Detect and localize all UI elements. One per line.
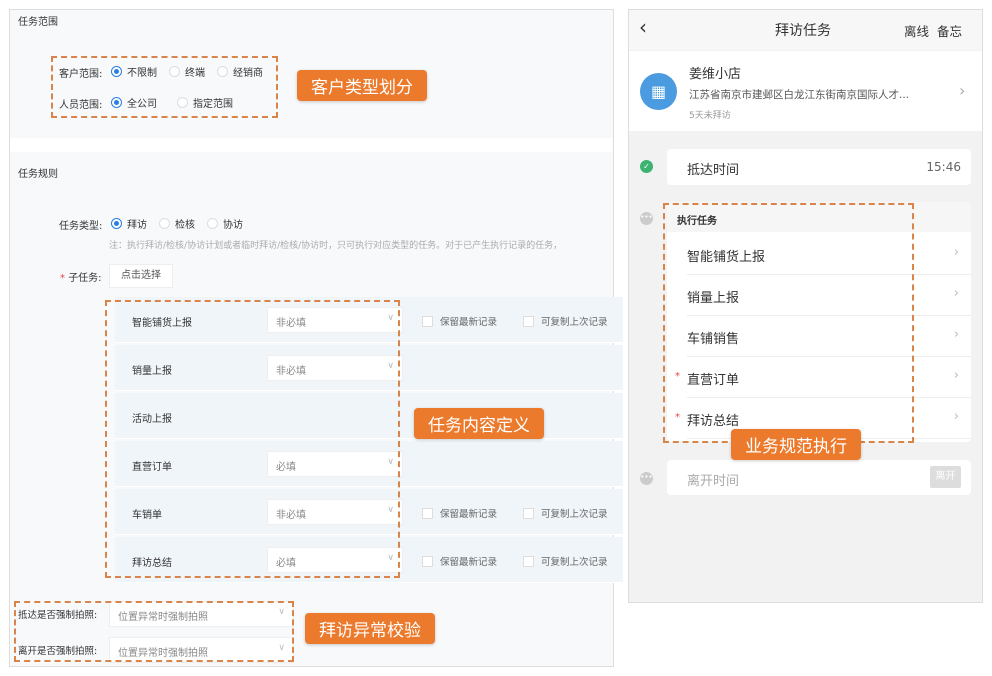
- copy-last-checkbox[interactable]: 可复制上次记录: [523, 506, 608, 520]
- page-title: 拜访任务: [775, 20, 831, 40]
- keep-latest-checkbox[interactable]: 保留最新记录: [422, 554, 497, 568]
- select-subtask-button[interactable]: 点击选择: [109, 264, 173, 288]
- subtask-label: * 子任务:: [60, 269, 102, 284]
- task-type-radios: 拜访 检核 协访: [111, 216, 255, 231]
- customer-scope-highlight: [51, 56, 278, 118]
- checkbox-label: 可复制上次记录: [541, 554, 608, 568]
- memo-button[interactable]: 备忘: [937, 21, 962, 40]
- checkbox-label: 保留最新记录: [440, 314, 497, 328]
- tag-execute: 业务规范执行: [731, 429, 861, 460]
- store-card[interactable]: ▦ 姜维小店 江苏省南京市建邺区白龙江东街南京国际人才... 5天未拜访 ›: [629, 51, 982, 131]
- arrive-label: 抵达时间: [687, 159, 739, 178]
- tag-customer-type: 客户类型划分: [297, 70, 427, 101]
- chevron-right-icon: ›: [954, 245, 959, 260]
- radio-assist[interactable]: 协访: [207, 216, 243, 231]
- chevron-right-icon: ›: [959, 81, 965, 100]
- task-type-label: 任务类型:: [59, 217, 102, 232]
- option-label: 拜访: [127, 216, 147, 231]
- checkbox-label: 可复制上次记录: [541, 506, 608, 520]
- arrive-time: 15:46: [926, 160, 961, 174]
- keep-latest-checkbox[interactable]: 保留最新记录: [422, 506, 497, 520]
- store-address: 江苏省南京市建邺区白龙江东街南京国际人才...: [689, 87, 909, 102]
- rules-section-title: 任务规则: [18, 165, 58, 180]
- radio-inspect[interactable]: 检核: [159, 216, 195, 231]
- chevron-right-icon: ›: [954, 368, 959, 383]
- scope-section-title: 任务范围: [18, 13, 58, 28]
- chevron-right-icon: ›: [954, 327, 959, 342]
- execute-highlight: [663, 203, 914, 443]
- section-divider: [10, 138, 613, 152]
- option-label: 检核: [175, 216, 195, 231]
- nav-bar: ‹ 拜访任务 离线 备忘: [629, 10, 982, 50]
- store-visit-status: 5天未拜访: [689, 108, 731, 121]
- keep-latest-checkbox[interactable]: 保留最新记录: [422, 314, 497, 328]
- store-name: 姜维小店: [689, 63, 741, 82]
- offline-button[interactable]: 离线: [904, 21, 929, 40]
- copy-last-checkbox[interactable]: 可复制上次记录: [523, 554, 608, 568]
- leave-time-card: 离开时间 离开: [667, 460, 971, 495]
- task-content-highlight: [105, 300, 400, 578]
- task-type-note: 注：执行拜访/检核/协访计划或者临时拜访/检核/协访时，只可执行对应类型的任务。…: [109, 238, 614, 251]
- leave-button[interactable]: 离开: [930, 466, 961, 488]
- pending-icon: •••: [640, 212, 653, 225]
- abnormal-check-highlight: [14, 601, 294, 662]
- subtask-label-text: 子任务:: [68, 273, 101, 284]
- pending-icon: •••: [640, 472, 653, 485]
- tag-abnormal-check: 拜访异常校验: [305, 613, 435, 644]
- checkbox-label: 保留最新记录: [440, 554, 497, 568]
- chevron-right-icon: ›: [954, 409, 959, 424]
- tag-task-content: 任务内容定义: [414, 408, 544, 439]
- leave-label: 离开时间: [687, 470, 739, 489]
- back-icon[interactable]: ‹: [639, 15, 647, 39]
- checkbox-label: 可复制上次记录: [541, 314, 608, 328]
- radio-visit[interactable]: 拜访: [111, 216, 147, 231]
- chevron-right-icon: ›: [954, 286, 959, 301]
- copy-last-checkbox[interactable]: 可复制上次记录: [523, 314, 608, 328]
- store-building-icon: ▦: [640, 73, 677, 110]
- check-icon: ✓: [640, 160, 653, 173]
- option-label: 协访: [223, 216, 243, 231]
- arrive-time-card: 抵达时间 15:46: [667, 149, 971, 185]
- checkbox-label: 保留最新记录: [440, 506, 497, 520]
